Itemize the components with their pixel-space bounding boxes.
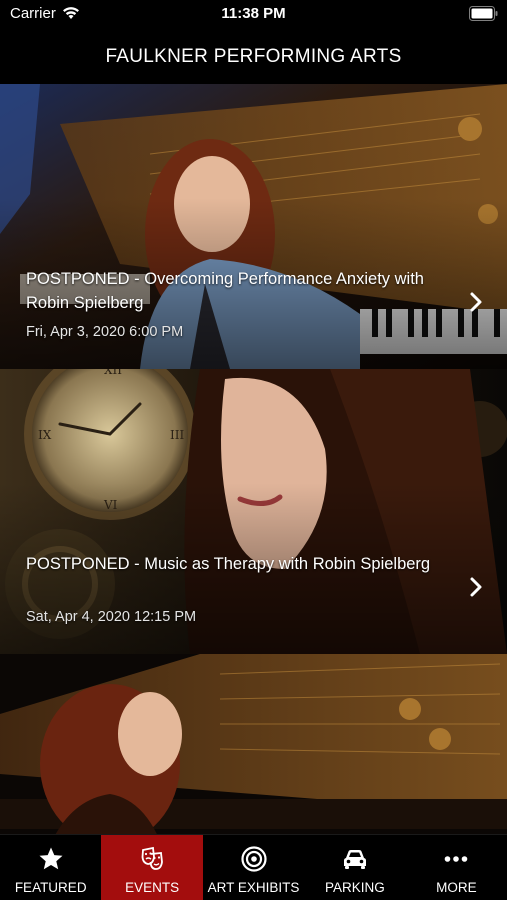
event-title: POSTPONED - Music as Therapy with Robin …: [26, 555, 431, 573]
chevron-right-icon: [470, 292, 482, 312]
tab-art-exhibits[interactable]: ART EXHIBITS: [203, 835, 304, 900]
event-date: Sat, Apr 4, 2020 12:15 PM: [26, 609, 197, 625]
tab-more[interactable]: MORE: [406, 835, 507, 900]
event-list[interactable]: POSTPONED - Overcoming Performance Anxie…: [0, 84, 507, 834]
drama-masks-icon: [141, 846, 164, 870]
tab-label: PARKING: [325, 880, 385, 895]
tab-bar: FEATURED EVENTS ART EXHIBITS PARKING MOR…: [0, 834, 507, 900]
event-card[interactable]: POSTPONED - Overcoming Performance Anxie…: [0, 84, 507, 369]
event-image: [0, 654, 507, 834]
tab-featured[interactable]: FEATURED: [0, 835, 101, 900]
tab-label: ART EXHIBITS: [207, 880, 300, 895]
battery-icon: [469, 6, 498, 21]
page-title: FAULKNER PERFORMING ARTS: [105, 46, 402, 67]
status-time: 11:38 PM: [221, 5, 286, 22]
tab-events[interactable]: EVENTS: [101, 835, 203, 900]
event-title: POSTPONED - Overcoming Performance Anxie…: [26, 270, 424, 312]
tab-label: FEATURED: [14, 880, 87, 895]
target-icon: [240, 846, 267, 872]
car-icon: [343, 850, 366, 869]
event-card[interactable]: [0, 654, 507, 834]
star-icon: [39, 847, 63, 870]
chevron-right-icon: [470, 577, 482, 597]
tab-label: MORE: [436, 880, 477, 895]
header-bar: FAULKNER PERFORMING ARTS: [0, 30, 507, 84]
event-date: Fri, Apr 3, 2020 6:00 PM: [26, 324, 184, 340]
status-bar: Carrier 11:38 PM: [0, 0, 507, 30]
event-card[interactable]: XIIIIIVIIX POSTPONED - Music as Therapy …: [0, 369, 507, 654]
tab-parking[interactable]: PARKING: [304, 835, 405, 900]
more-dots-icon: [445, 856, 468, 862]
tab-label: EVENTS: [125, 880, 180, 895]
